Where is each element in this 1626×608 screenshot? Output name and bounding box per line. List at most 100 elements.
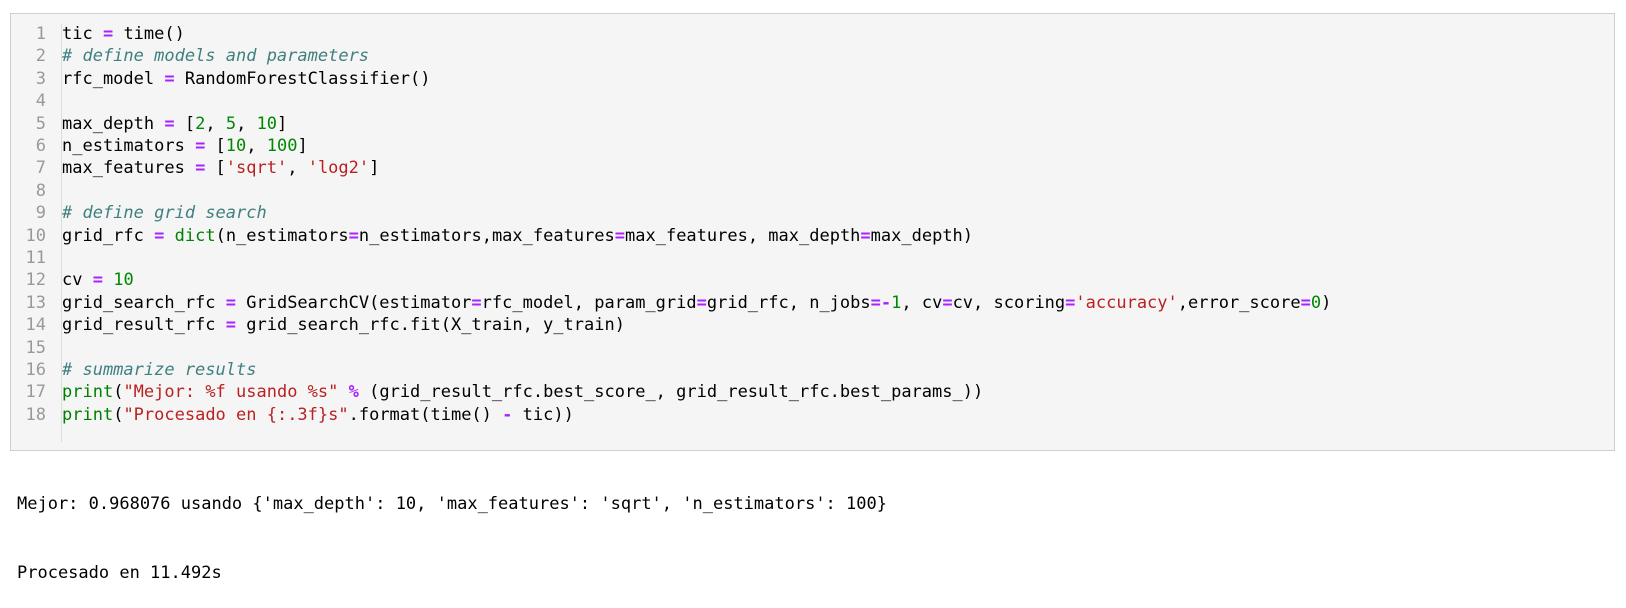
code-token: tic	[62, 24, 103, 44]
code-token: cv	[62, 270, 93, 291]
line-number: 16	[25, 360, 46, 380]
code-token: , cv	[901, 292, 943, 313]
code-token: grid_rfc	[62, 225, 155, 246]
code-token: 10	[113, 270, 134, 291]
code-token: =	[471, 292, 482, 313]
code-token: 0	[1310, 292, 1322, 313]
line-number: 8	[35, 180, 46, 201]
code-token: print	[62, 404, 114, 425]
code-token: "Procesado en {:.3f}s"	[123, 404, 349, 425]
code-token: =	[225, 292, 237, 313]
code-token: n_estimators,max_features	[358, 225, 615, 246]
code-token: time()	[113, 24, 185, 44]
code-token: =	[195, 158, 206, 179]
code-text: # define models and parameters	[62, 45, 369, 68]
line-number: 14	[25, 315, 46, 336]
code-text: max_features = ['sqrt', 'log2']	[62, 157, 379, 180]
code-token: ,	[205, 113, 226, 134]
line-number: 13	[25, 292, 46, 313]
code-text: grid_result_rfc = grid_search_rfc.fit(X_…	[62, 314, 625, 337]
code-token: ,	[246, 136, 267, 156]
code-token: (	[113, 382, 124, 403]
line-number: 17	[25, 382, 46, 403]
code-token: [	[205, 158, 226, 179]
output-line-elapsed-time: Procesado en 11.492s	[17, 563, 222, 583]
code-token: ]	[277, 113, 288, 134]
code-token: 100	[266, 136, 298, 156]
line-number: 7	[35, 158, 46, 179]
code-token: =	[1300, 292, 1311, 313]
code-token: max_features, max_depth	[625, 225, 861, 246]
code-text: n_estimators = [10, 100]	[62, 135, 308, 158]
code-token: 5	[225, 113, 237, 134]
code-token: %	[348, 382, 359, 403]
code-token: 10	[225, 136, 247, 156]
code-token: =-	[870, 292, 892, 313]
code-token: grid_search_rfc	[62, 292, 226, 313]
code-text: print("Mejor: %f usando %s" % (grid_resu…	[62, 381, 983, 404]
code-token: 'sqrt'	[225, 158, 288, 179]
cell-output: Mejor: 0.968076 usando {'max_depth': 10,…	[17, 447, 887, 608]
code-token: ,	[287, 158, 308, 179]
code-token: =	[348, 225, 359, 246]
code-token: grid_rfc, n_jobs	[706, 292, 871, 313]
code-token: 'accuracy'	[1075, 292, 1178, 313]
line-number: 2	[35, 46, 46, 67]
line-number: 10	[25, 225, 46, 246]
code-token: =	[164, 68, 175, 89]
code-token: tic))	[512, 404, 574, 425]
line-number: 4	[35, 91, 46, 112]
code-token: # summarize results	[62, 360, 257, 380]
code-token: n_estimators	[62, 136, 196, 156]
code-token: =	[225, 315, 237, 336]
code-token: =	[154, 225, 165, 246]
code-token: =	[1065, 292, 1076, 313]
code-text: # define grid search	[62, 202, 267, 225]
line-number: 3	[35, 68, 46, 89]
code-token: (	[113, 404, 124, 425]
code-token: dict	[174, 225, 216, 246]
code-token: max_depth)	[870, 225, 974, 246]
code-token: [	[205, 136, 226, 156]
code-token: =	[942, 292, 953, 313]
code-token: print	[62, 382, 114, 403]
line-number: 18	[25, 404, 46, 425]
code-token: max_features	[62, 158, 196, 179]
code-token: =	[92, 270, 103, 291]
line-number: 11	[25, 248, 46, 268]
code-text: print("Procesado en {:.3f}s".format(time…	[62, 404, 574, 427]
code-token: 'log2'	[307, 158, 370, 179]
code-token: max_depth	[62, 113, 165, 134]
line-number: 6	[35, 136, 46, 156]
code-token: (n_estimators	[215, 225, 349, 246]
code-text: max_depth = [2, 5, 10]	[62, 113, 287, 136]
code-token: .format(time()	[348, 404, 503, 425]
code-token: =	[860, 225, 871, 246]
code-text: rfc_model = RandomForestClassifier()	[62, 68, 430, 91]
line-number: 9	[35, 203, 46, 224]
output-line-best-score: Mejor: 0.968076 usando {'max_depth': 10,…	[17, 494, 887, 514]
code-token: grid_result_rfc	[62, 315, 226, 336]
code-token: # define models and parameters	[62, 46, 370, 67]
code-token: 2	[195, 113, 206, 134]
line-number: 15	[25, 337, 46, 358]
code-token: =	[614, 225, 626, 246]
code-token: (grid_result_rfc.best_score_, grid_resul…	[358, 382, 984, 403]
code-token: -	[502, 404, 513, 425]
code-text: grid_rfc = dict(n_estimators=n_estimator…	[62, 225, 973, 248]
code-token: GridSearchCV(estimator	[236, 292, 472, 313]
code-token: grid_search_rfc.fit(X_train, y_train)	[236, 315, 625, 336]
code-text: cv = 10	[62, 269, 134, 292]
code-token: ,error_score	[1177, 292, 1301, 313]
code-token: "Mejor: %f usando %s"	[123, 382, 339, 403]
code-cell[interactable]: 1 tic = time() 2 # define models and parame…	[10, 13, 1615, 451]
code-token: rfc_model, param_grid	[481, 292, 697, 313]
code-text: # summarize results	[62, 359, 256, 382]
code-token: rfc_model	[62, 68, 165, 89]
code-token: =	[696, 292, 707, 313]
code-token: RandomForestClassifier()	[174, 68, 431, 89]
code-token: =	[164, 113, 175, 134]
